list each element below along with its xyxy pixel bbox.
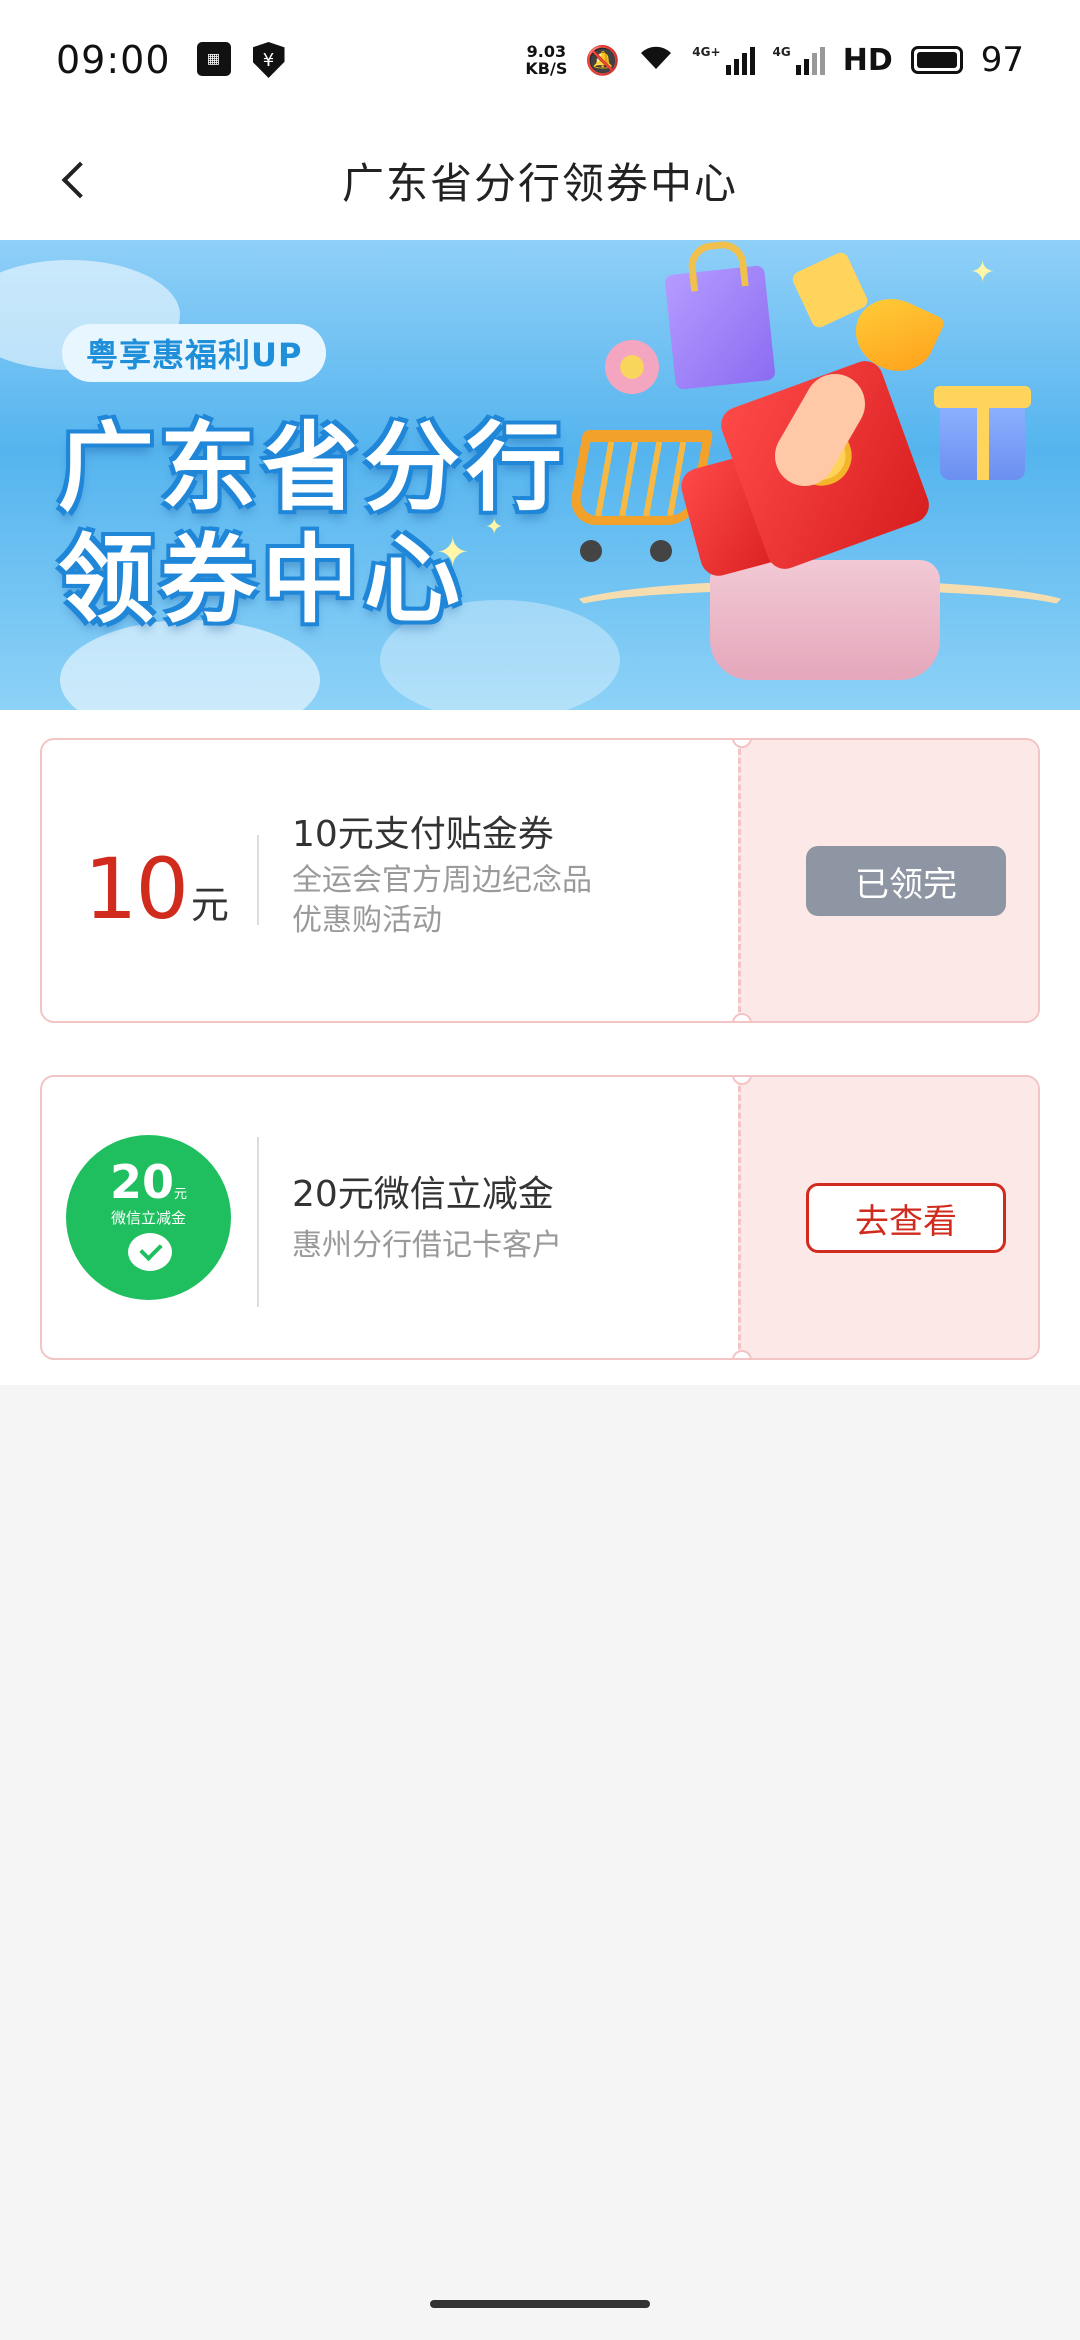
badge-unit: 元: [174, 1187, 188, 1202]
news-icon: ▦: [196, 42, 231, 76]
wechat-coupon-badge: 20元 微信立减金: [66, 1135, 231, 1300]
battery-level: 97: [980, 40, 1024, 80]
wechat-pay-icon: [128, 1233, 172, 1271]
shopping-bag-icon: [664, 265, 776, 390]
mute-icon: 🔕: [585, 43, 621, 77]
net-speed: 9.03 KB/S: [525, 43, 567, 77]
coupon-desc-line1: 惠州分行借记卡客户: [292, 1228, 562, 1263]
chevron-left-icon: [61, 161, 99, 199]
wallet-shield-icon: ¥: [252, 42, 285, 78]
status-bar: 09:00 ▦ ¥ 9.03 KB/S 🔕 4G+ 4G HD 97: [0, 0, 1080, 120]
promo-banner: 粤享惠福利UP 广东省分行 领券中心 ✦ ✦ ✦: [0, 240, 1080, 710]
coupon-amount-value: 10: [84, 840, 189, 938]
coupon-list: 10 元 10元支付贴金券 全运会官方周边纪念品 优惠购活动 已领完 20元 微…: [0, 710, 1080, 1385]
banner-title-line2: 领券中心: [58, 524, 466, 636]
net-speed-value: 9.03: [526, 42, 567, 61]
view-button[interactable]: 去查看: [806, 1183, 1006, 1253]
home-indicator[interactable]: [430, 2300, 650, 2308]
network-type-1: 4G+: [692, 45, 721, 59]
banner-pill: 粤享惠福利UP: [62, 324, 327, 382]
flower-icon: [605, 340, 659, 394]
sparkle-icon: ✦: [436, 530, 470, 576]
coupon-amount-unit: 元: [190, 883, 229, 927]
coupon-card: 10 元 10元支付贴金券 全运会官方周边纪念品 优惠购活动 已领完: [40, 738, 1040, 1023]
claimed-out-button[interactable]: 已领完: [806, 846, 1006, 916]
net-speed-unit: KB/S: [525, 59, 568, 78]
coupon-title: 10元支付贴金券: [292, 814, 554, 855]
status-time: 09:00: [56, 38, 171, 82]
coupon-amount: 10 元: [84, 840, 229, 938]
badge-sub: 微信立减金: [110, 1209, 186, 1227]
wifi-icon: [638, 43, 674, 78]
sparkle-icon: ✦: [485, 515, 504, 540]
battery-icon: [910, 46, 963, 74]
coupon-card: 20元 微信立减金 20元微信立减金 惠州分行借记卡客户 去查看: [40, 1075, 1040, 1360]
network-type-2: 4G: [772, 45, 791, 59]
page-title: 广东省分行领券中心: [341, 158, 738, 208]
signal-icon-2: 4G: [773, 45, 825, 75]
coupon-desc-line1: 全运会官方周边纪念品: [292, 863, 592, 898]
hd-label: HD: [842, 42, 893, 78]
signal-icon: 4G+: [692, 45, 755, 75]
coupon-title: 20元微信立减金: [292, 1174, 554, 1215]
badge-amount: 20: [109, 1155, 174, 1209]
nav-bar: 广东省分行领券中心: [0, 120, 1080, 240]
coupon-desc-line2: 优惠购活动: [292, 903, 442, 938]
sparkle-icon: ✦: [970, 255, 996, 290]
present-icon: [934, 386, 1031, 480]
back-button[interactable]: [40, 150, 120, 210]
